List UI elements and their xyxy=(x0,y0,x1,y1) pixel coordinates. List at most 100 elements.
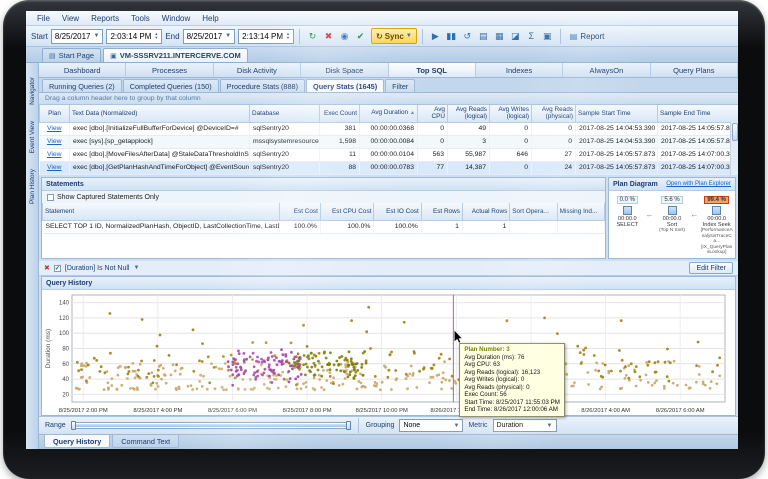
sub-tab-filter[interactable]: Filter xyxy=(385,79,415,92)
view-plan-link[interactable]: View xyxy=(40,161,70,174)
history-icon[interactable]: ↺ xyxy=(460,29,475,44)
check-icon[interactable]: ✔ xyxy=(353,29,368,44)
column-header-statement[interactable]: Statement xyxy=(43,203,280,220)
play-icon[interactable]: ▶ xyxy=(428,29,443,44)
time-spinner[interactable]: ▲ ▼ xyxy=(154,32,158,40)
sub-tab-completed-queries-150[interactable]: Completed Queries (150) xyxy=(123,79,219,92)
plan-node-sort[interactable]: 5.6 % 00:00.0 Sort (Top N Sort) xyxy=(656,196,689,234)
column-header-plan[interactable]: Plan xyxy=(40,105,70,122)
bottom-tab-command-text[interactable]: Command Text xyxy=(112,435,179,448)
column-header-sample-end-time[interactable]: Sample End Time xyxy=(658,105,739,122)
edit-filter-button[interactable]: Edit Filter xyxy=(689,262,733,274)
filter-enabled-checkbox[interactable]: ✔ xyxy=(54,265,61,272)
column-header-exec-count[interactable]: Exec Count xyxy=(320,105,360,122)
start-time-field[interactable]: 2:03:14 PM ▲ ▼ xyxy=(106,29,162,44)
plan-node-index-seek[interactable]: 99.4 % 00:00.0 Index Seek [PerformanceAn… xyxy=(700,196,733,256)
column-header-avg-duration[interactable]: Avg Duration▲ xyxy=(360,105,418,122)
metric-select[interactable]: Duration ▼ xyxy=(493,419,557,432)
nav-tab-dashboard[interactable]: Dashboard xyxy=(39,63,126,77)
record-icon[interactable]: ◉ xyxy=(337,29,352,44)
menu-item-reports[interactable]: Reports xyxy=(86,14,124,23)
column-header-text-data-normalized[interactable]: Text Data (Normalized) xyxy=(70,105,250,122)
nav-tab-disk-space[interactable]: Disk Space xyxy=(301,63,388,77)
column-header-est-io-cost[interactable]: Est IO Cost xyxy=(374,203,421,220)
layout-grid-icon[interactable]: ▤ xyxy=(476,29,491,44)
stop-icon[interactable]: ✖ xyxy=(321,29,336,44)
table-row[interactable]: Viewexec [dbo].[InitializeFullBufferForD… xyxy=(40,122,739,135)
chevron-down-icon[interactable]: ▼ xyxy=(94,33,100,39)
svg-text:8/25/2017 6:00 PM: 8/25/2017 6:00 PM xyxy=(208,408,257,414)
column-header-sort-opera[interactable]: Sort Opera... xyxy=(510,203,557,220)
view-plan-link[interactable]: View xyxy=(40,135,70,148)
filter-condition[interactable]: [Duration] Is Not Null xyxy=(65,265,130,272)
report-button[interactable]: ▤ Report xyxy=(566,28,609,44)
start-date-field[interactable]: 8/25/2017 ▼ xyxy=(51,29,104,44)
column-header-missing-ind[interactable]: Missing Ind... xyxy=(557,203,604,220)
open-plan-explorer-link[interactable]: Open with Plan Explorer xyxy=(666,181,731,187)
end-time-field[interactable]: 2:13:14 PM ▲ ▼ xyxy=(238,29,294,44)
range-slider-handle-left[interactable] xyxy=(71,421,76,430)
column-header-avg-reads-physical[interactable]: Avg Reads (physical) xyxy=(532,105,576,122)
pause-icon[interactable]: ▮▮ xyxy=(444,29,459,44)
table-row[interactable]: SELECT TOP 1 ID, NormalizedPlanHash, Obj… xyxy=(43,220,605,233)
menu-item-tools[interactable]: Tools xyxy=(126,14,155,23)
column-header-avg-reads-logical[interactable]: Avg Reads (logical) xyxy=(448,105,490,122)
column-header-database[interactable]: Database xyxy=(250,105,320,122)
nav-tab-top-sql[interactable]: Top SQL xyxy=(389,63,476,77)
left-tab-navigator[interactable]: Navigator xyxy=(29,77,36,105)
chevron-down-icon[interactable]: ▼ xyxy=(225,33,231,39)
range-slider[interactable] xyxy=(71,422,351,429)
grid-scrollbar-thumb[interactable] xyxy=(732,123,738,141)
column-header-est-cpu-cost[interactable]: Est CPU Cost xyxy=(320,203,374,220)
left-tab-event-view[interactable]: Event View xyxy=(29,121,36,153)
view-plan-link[interactable]: View xyxy=(40,148,70,161)
sync-button[interactable]: ↻ Sync ▼ xyxy=(371,28,417,44)
bottom-tab-query-history[interactable]: Query History xyxy=(44,435,110,448)
sigma-icon[interactable]: Σ xyxy=(524,29,539,44)
column-header-est-rows[interactable]: Est Rows xyxy=(421,203,462,220)
menu-item-help[interactable]: Help xyxy=(197,14,223,23)
menu-item-view[interactable]: View xyxy=(57,14,84,23)
table-row[interactable]: Viewexec [sys].[sp_getapplock]mssqlsyste… xyxy=(40,135,739,148)
show-captured-checkbox[interactable] xyxy=(47,194,54,201)
save-icon[interactable]: ▣ xyxy=(540,29,555,44)
pivot-icon[interactable]: ▦ xyxy=(492,29,507,44)
grid-scrollbar[interactable] xyxy=(730,122,738,175)
left-tab-plan-history[interactable]: Plan History xyxy=(29,169,36,204)
grouping-select[interactable]: None ▼ xyxy=(399,419,463,432)
menu-item-window[interactable]: Window xyxy=(157,14,195,23)
spinner-down-icon[interactable]: ▼ xyxy=(154,36,158,40)
column-header-avg-cpu[interactable]: Avg CPU xyxy=(418,105,448,122)
sub-tab-procedure-stats-888[interactable]: Procedure Stats (888) xyxy=(220,79,305,92)
end-date-field[interactable]: 8/25/2017 ▼ xyxy=(183,29,236,44)
chevron-down-icon[interactable]: ▼ xyxy=(133,265,139,271)
plan-node-select[interactable]: 0.0 % 00:00.0 SELECT xyxy=(611,196,644,228)
chart-icon[interactable]: ◪ xyxy=(508,29,523,44)
nav-tab-disk-activity[interactable]: Disk Activity xyxy=(214,63,301,77)
sub-tab-running-queries-2[interactable]: Running Queries (2) xyxy=(42,79,122,92)
check-icon: ✔ xyxy=(55,265,60,272)
nav-tab-alwayson[interactable]: AlwaysOn xyxy=(563,63,650,77)
grid-cell: sqlSentry20 xyxy=(250,122,320,135)
doc-tab-vm-sssrv211-intercerve-com[interactable]: ▣VM-SSSRV211.INTERCERVE.COM xyxy=(103,48,248,62)
doc-tab-start-page[interactable]: ▤Start Page xyxy=(42,48,101,62)
table-row[interactable]: Viewexec [dbo].[GetPlanHashAndTimeForObj… xyxy=(40,161,739,174)
sub-tab-query-stats-1645[interactable]: Query Stats (1645) xyxy=(306,79,384,92)
column-header-sample-start-time[interactable]: Sample Start Time xyxy=(576,105,658,122)
range-slider-handle-right[interactable] xyxy=(346,421,351,430)
nav-tab-processes[interactable]: Processes xyxy=(126,63,213,77)
time-spinner[interactable]: ▲ ▼ xyxy=(286,32,290,40)
spinner-down-icon[interactable]: ▼ xyxy=(286,36,290,40)
nav-tab-indexes[interactable]: Indexes xyxy=(476,63,563,77)
column-header-avg-writes-logical[interactable]: Avg Writes (logical) xyxy=(490,105,532,122)
query-history-chart[interactable]: 204060801001201408/25/2017 2:00 PM8/25/2… xyxy=(42,290,735,415)
remove-filter-icon[interactable]: ✖ xyxy=(44,264,50,272)
menu-item-file[interactable]: File xyxy=(32,14,55,23)
refresh-icon[interactable]: ↻ xyxy=(305,29,320,44)
nav-tab-query-plans[interactable]: Query Plans xyxy=(651,63,738,77)
column-header-est-cost[interactable]: Est Cost xyxy=(279,203,320,220)
column-header-actual-rows[interactable]: Actual Rows xyxy=(462,203,509,220)
view-plan-link[interactable]: View xyxy=(40,122,70,135)
grid-cell: 2017-08-25 14:05:57.877 xyxy=(658,122,739,135)
table-row[interactable]: Viewexec [dbo].[MoveFilesAfterData] @Sta… xyxy=(40,148,739,161)
